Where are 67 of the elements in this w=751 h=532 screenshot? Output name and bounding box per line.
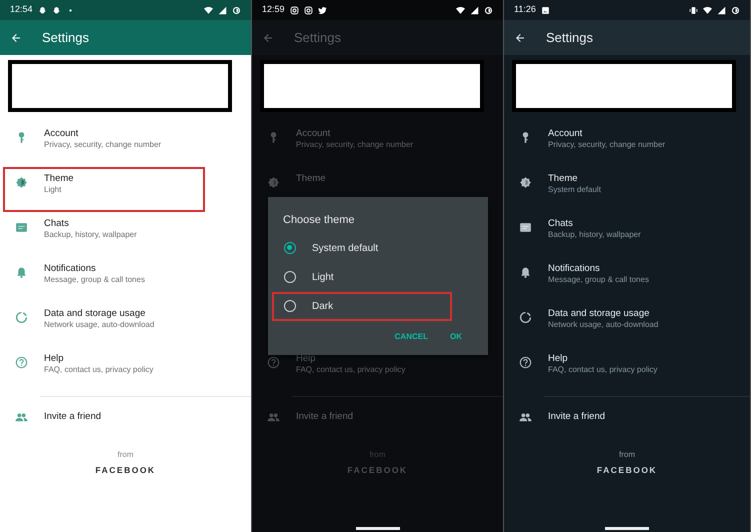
help-icon — [15, 356, 28, 369]
invite-item[interactable]: Invite a friend — [3, 397, 205, 437]
battery-icon — [484, 6, 493, 14]
wifi-icon — [204, 6, 213, 14]
battery-icon — [731, 6, 740, 14]
dialog-button[interactable]: OK — [450, 330, 462, 342]
image-icon — [540, 6, 550, 14]
settings-item[interactable]: Help FAQ, contact us, privacy policy — [3, 347, 205, 392]
radio-button[interactable] — [284, 300, 296, 312]
settings-item[interactable]: Notifications Message, group & call tones — [507, 257, 704, 302]
radio-button[interactable] — [284, 242, 296, 254]
screen-title: Settings — [546, 28, 593, 47]
dialog-button[interactable]: CANCEL — [394, 330, 428, 342]
theme-icon — [15, 176, 28, 189]
camera-icon — [290, 6, 299, 14]
people-icon — [267, 410, 280, 424]
bird-icon — [318, 6, 327, 14]
settings-item[interactable]: Data and storage usage Network usage, auto-download — [507, 302, 704, 347]
settings-item[interactable]: Data and storage usage Network usage, auto-download — [3, 302, 205, 347]
screen-title: Settings — [42, 28, 89, 47]
wifi-icon — [456, 6, 465, 14]
battery-icon — [232, 6, 241, 14]
status-time: 12:59 — [262, 3, 285, 16]
help-icon — [519, 356, 532, 369]
settings-item[interactable]: Account Privacy, security, change number — [3, 122, 205, 167]
settings-item[interactable]: Chats Backup, history, wallpaper — [507, 212, 704, 257]
help-icon — [267, 356, 280, 369]
theme-option[interactable]: Dark — [272, 292, 452, 320]
theme-icon — [267, 176, 280, 189]
footer-brand: FACEBOOK — [95, 464, 156, 477]
signal-icon — [218, 6, 227, 14]
footer-brand: FACEBOOK — [347, 464, 408, 477]
theme-icon — [519, 176, 532, 189]
footer-from: from — [619, 449, 635, 461]
chat-icon — [15, 221, 28, 234]
people-icon — [15, 410, 28, 424]
back-arrow-icon[interactable] — [10, 32, 22, 44]
dialog-title: Choose theme — [283, 213, 355, 228]
footer-from: from — [118, 449, 134, 461]
theme-option[interactable]: System default — [272, 234, 452, 262]
footer-brand: FACEBOOK — [596, 464, 658, 477]
invite-item[interactable]: Invite a friend — [507, 397, 704, 437]
settings-item[interactable]: Theme Light — [3, 167, 205, 212]
bell-icon — [15, 266, 28, 279]
chat-icon — [519, 221, 532, 234]
data-usage-icon — [519, 311, 532, 324]
back-arrow-icon[interactable] — [514, 32, 526, 44]
signal-icon — [717, 6, 726, 14]
settings-item[interactable]: Help FAQ, contact us, privacy policy — [507, 347, 704, 392]
ghost-icon — [52, 6, 61, 14]
status-time: 12:54 — [10, 3, 33, 16]
settings-item[interactable]: Theme System default — [507, 167, 704, 212]
screen-title: Settings — [294, 28, 341, 47]
theme-option[interactable]: Light — [272, 262, 452, 292]
bell-icon — [519, 266, 532, 279]
wifi-icon — [703, 6, 712, 14]
vibrate-icon — [689, 6, 698, 14]
ghost-icon — [38, 6, 47, 14]
status-time: 11:26 — [514, 3, 536, 16]
settings-item[interactable]: Account Privacy, security, change number — [507, 122, 704, 167]
settings-item[interactable]: Notifications Message, group & call tones — [3, 257, 205, 302]
signal-icon — [470, 6, 479, 14]
data-usage-icon — [15, 311, 28, 324]
people-icon — [519, 410, 532, 424]
settings-item[interactable]: Chats Backup, history, wallpaper — [3, 212, 205, 257]
camera-icon — [304, 6, 313, 14]
radio-button[interactable] — [284, 271, 296, 283]
